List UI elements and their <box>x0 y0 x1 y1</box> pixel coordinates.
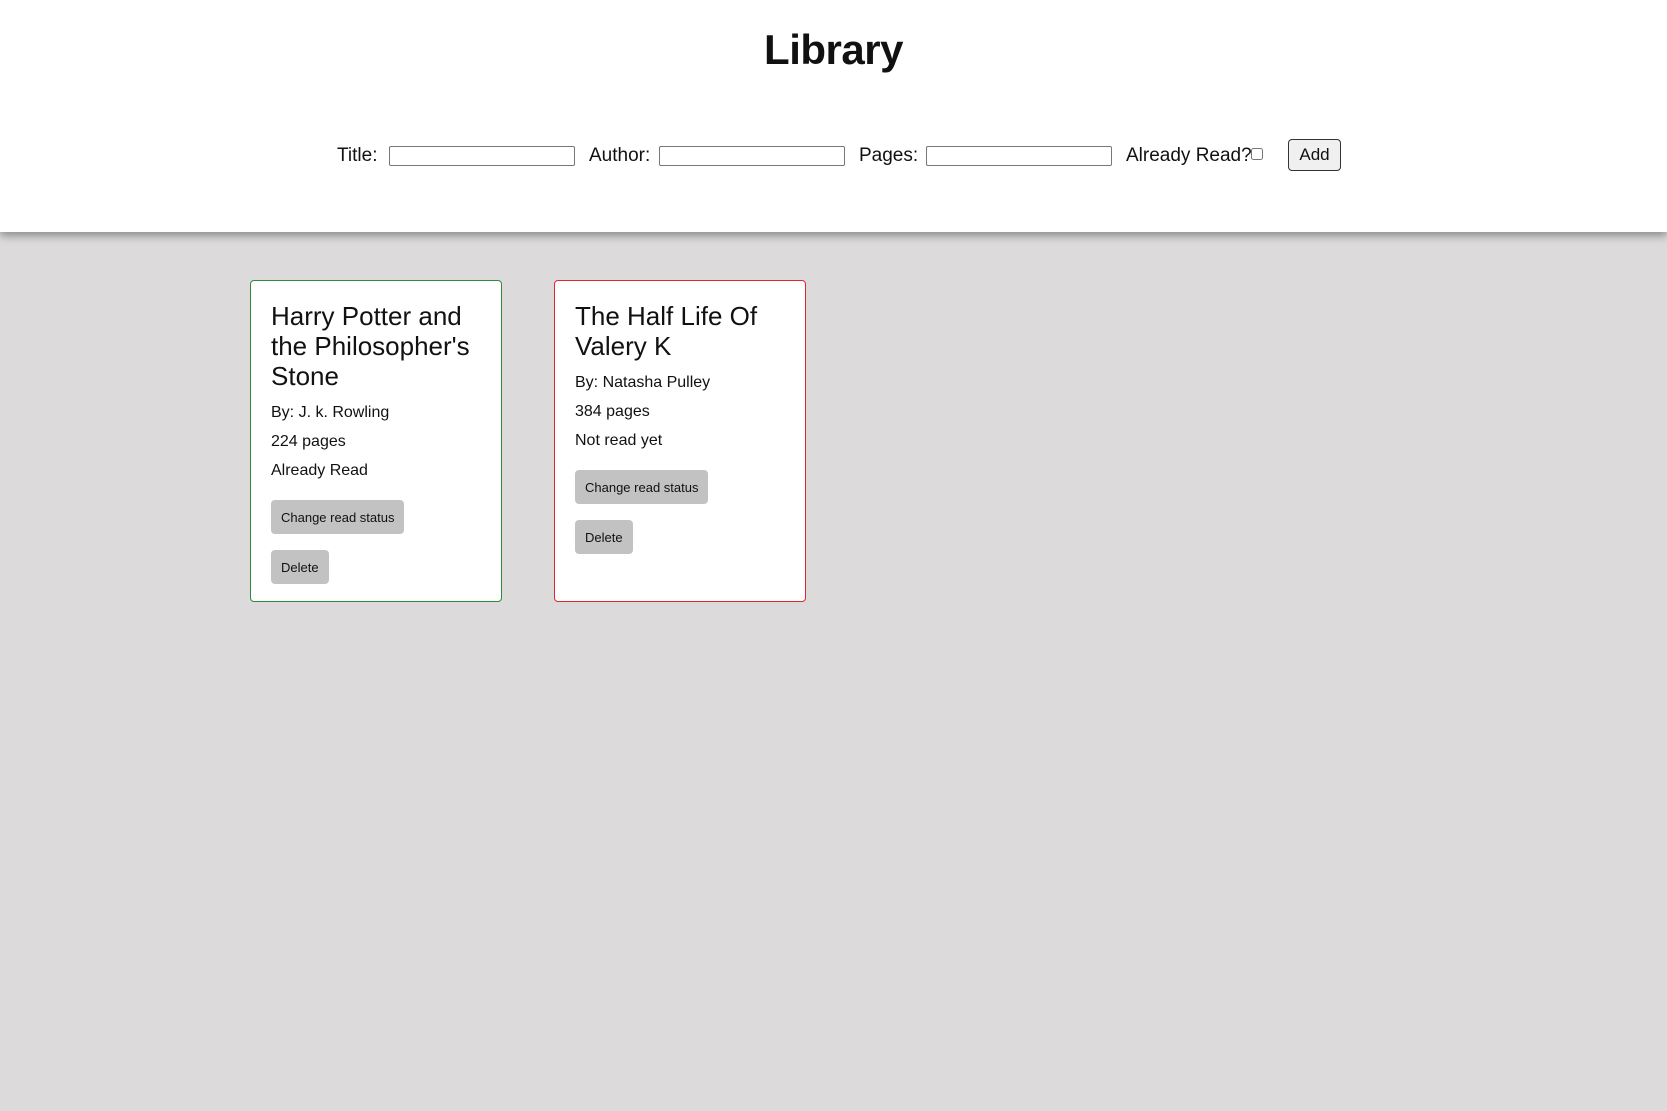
book-read-status: Already Read <box>271 462 368 479</box>
delete-button[interactable]: Delete <box>271 550 329 584</box>
title-input[interactable] <box>389 146 575 166</box>
book-title: Harry Potter and the Philosopher's Stone <box>271 301 470 391</box>
add-button[interactable]: Add <box>1288 139 1341 171</box>
book-author: By: J. k. Rowling <box>271 404 390 421</box>
book-card: The Half Life Of Valery K By: Natasha Pu… <box>554 280 806 602</box>
delete-button[interactable]: Delete <box>575 520 633 554</box>
already-read-label: Already Read? <box>1126 145 1252 166</box>
author-label: Author: <box>589 145 651 166</box>
header: Library Title: Author: Pages: Already Re… <box>0 0 1667 232</box>
book-read-status: Not read yet <box>575 432 663 449</box>
page-title: Library <box>764 26 903 73</box>
change-read-status-button[interactable]: Change read status <box>575 470 709 504</box>
book-pages: 384 pages <box>575 403 650 420</box>
book-author: By: Natasha Pulley <box>575 374 711 391</box>
already-read-checkbox[interactable] <box>1251 148 1263 160</box>
add-book-form: Title: Author: Pages: Already Read? Add <box>0 139 1667 173</box>
pages-label: Pages: <box>859 145 919 166</box>
book-title: The Half Life Of Valery K <box>575 301 758 361</box>
author-input[interactable] <box>659 146 845 166</box>
book-card: Harry Potter and the Philosopher's Stone… <box>250 280 502 602</box>
title-label: Title: <box>337 145 378 166</box>
pages-input[interactable] <box>926 146 1112 166</box>
book-pages: 224 pages <box>271 433 346 450</box>
change-read-status-button[interactable]: Change read status <box>271 500 405 534</box>
